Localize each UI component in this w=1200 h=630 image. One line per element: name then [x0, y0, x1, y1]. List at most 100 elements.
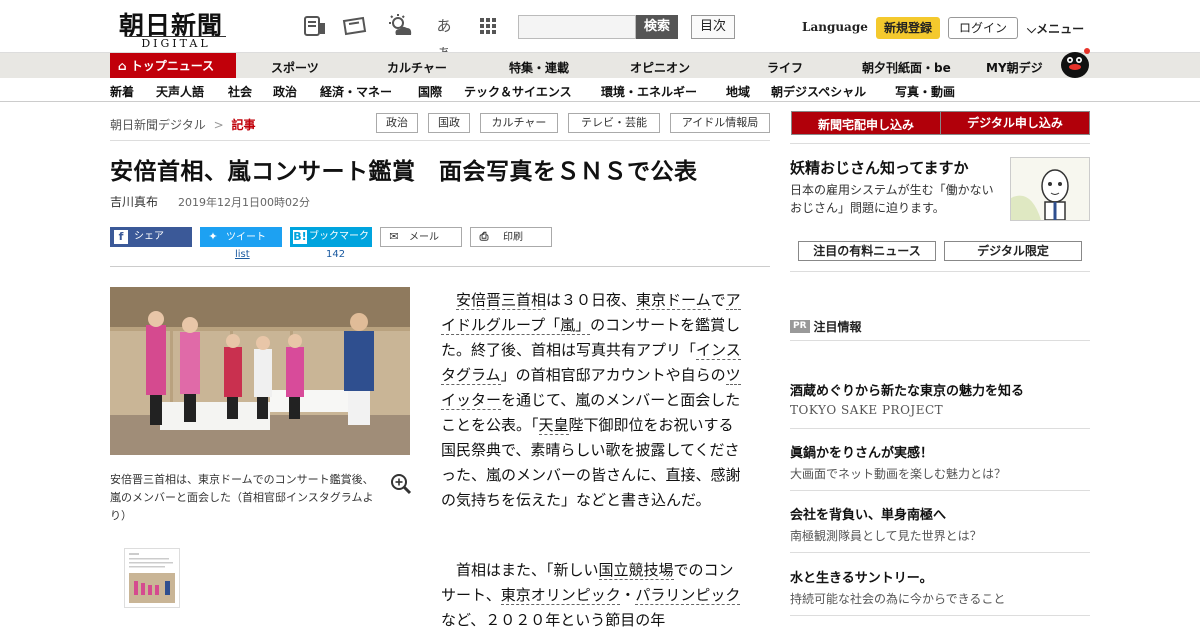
subnav-economy[interactable]: 経済・マネー [320, 83, 392, 100]
subnav-society[interactable]: 社会 [228, 83, 252, 100]
tag-tv[interactable]: テレビ・芸能 [568, 113, 660, 133]
text: など、２０２０年という節目の年 [441, 611, 666, 629]
link-olympics[interactable]: 東京オリンピック [500, 586, 621, 605]
login-button[interactable]: ログイン [948, 17, 1018, 39]
mail-label: メール [409, 232, 439, 243]
subnav-politics[interactable]: 政治 [273, 83, 297, 100]
subnav-tech[interactable]: テック＆サイエンス [464, 83, 572, 100]
home-icon: ⌂ [118, 59, 127, 73]
article-date: 2019年12月1日00時02分 [178, 196, 310, 209]
print-button[interactable]: ⎙ 印刷 [470, 227, 552, 247]
nav-features[interactable]: 特集・連載 [509, 59, 569, 76]
divider [790, 490, 1090, 491]
divider [790, 340, 1090, 341]
subnav-new[interactable]: 新着 [110, 83, 134, 100]
promo-text[interactable]: 日本の雇用システムが生む「働かないおじさん」問題に迫ります。 [790, 181, 1005, 217]
promo-title[interactable]: 妖精おじさん知ってますか [790, 157, 969, 178]
link-emperor[interactable]: 天皇 [538, 416, 569, 435]
article-photo[interactable] [110, 287, 410, 455]
photo-thumbnail[interactable] [124, 548, 180, 608]
article-title: 安倍首相、嵐コンサート鑑賞 面会写真をＳＮＳで公表 [110, 159, 698, 185]
language-link[interactable]: Language [802, 20, 868, 34]
breadcrumb-current: 記事 [231, 118, 256, 132]
twitter-count-link[interactable]: list [235, 249, 250, 260]
mail-button[interactable]: ✉ メール [380, 227, 462, 247]
divider [790, 428, 1090, 429]
main-nav: ⌂ トップニュース スポーツ カルチャー 特集・連載 オピニオン ライフ 朝夕刊… [0, 48, 1200, 79]
tag-national[interactable]: 国政 [428, 113, 470, 133]
nav-my[interactable]: MY朝デジ [986, 59, 1043, 76]
search-input[interactable] [518, 15, 636, 39]
subnav-tenseijingo[interactable]: 天声人語 [156, 83, 204, 100]
grid-icon[interactable] [475, 13, 501, 39]
tag-politics[interactable]: 政治 [376, 113, 418, 133]
toc-button[interactable]: 目次 [691, 15, 735, 39]
subnav-photo[interactable]: 写真・動画 [895, 83, 955, 100]
paid-news-button[interactable]: 注目の有料ニュース [798, 241, 936, 261]
promo-illustration[interactable] [1010, 157, 1090, 221]
weather-icon[interactable] [386, 13, 412, 39]
asahi-logo[interactable]: 朝日新聞 DIGITAL [113, 6, 231, 50]
ad-subtitle[interactable]: 持続可能な社会の為に今からできること [790, 590, 1005, 607]
article-paragraph: 首相はまた、「新しい国立競技場でのコンサート、東京オリンピック・パラリンピックな… [441, 558, 746, 630]
chevron-down-icon: ⌵ [1027, 22, 1037, 36]
divider [790, 271, 1090, 272]
print-label: 印刷 [503, 232, 523, 243]
mail-icon: ✉ [389, 230, 399, 243]
page: 朝日新聞 DIGITAL あぁ 検索 目次 Language 新規登録 ログイン… [0, 0, 1200, 630]
link-abe[interactable]: 安倍晋三首相 [456, 291, 547, 310]
ad-title[interactable]: 酒蔵めぐりから新たな東京の魅力を知る [790, 380, 1024, 399]
pr-title: 注目情報 [813, 320, 862, 334]
hatena-count[interactable]: 142 [326, 249, 345, 260]
ad-title[interactable]: 水と生きるサントリー。 [790, 567, 933, 586]
font-size-icon[interactable]: あぁ [431, 13, 457, 61]
ad-subtitle[interactable]: TOKYO SAKE PROJECT [790, 403, 943, 417]
article-author[interactable]: 吉川真布 [110, 193, 158, 210]
breadcrumb: 朝日新聞デジタル > 記事 [110, 116, 256, 133]
divider [110, 266, 770, 267]
subnav-region[interactable]: 地域 [726, 83, 750, 100]
sub-nav: 新着 天声人語 社会 政治 経済・マネー 国際 テック＆サイエンス 環境・エネル… [0, 78, 1200, 102]
digital-limited-button[interactable]: デジタル限定 [944, 241, 1082, 261]
tag-idol[interactable]: アイドル情報局 [670, 113, 770, 133]
ad-subtitle[interactable]: 南極観測隊員として見た世界とは？ [790, 527, 982, 544]
divider [790, 615, 1090, 616]
facebook-share-button[interactable]: f シェア [110, 227, 192, 247]
menu-button[interactable]: ⌵メニュー [1027, 20, 1084, 37]
zoom-icon[interactable] [390, 473, 412, 495]
ad-title[interactable]: 眞鍋かをりさんが実感！ [790, 442, 933, 461]
breadcrumb-home[interactable]: 朝日新聞デジタル [110, 118, 206, 132]
menu-label: メニュー [1036, 22, 1085, 36]
nav-opinion[interactable]: オピニオン [630, 59, 690, 76]
twitter-icon: ✦ [208, 230, 218, 243]
nav-sports[interactable]: スポーツ [271, 59, 319, 76]
ticket-icon[interactable] [341, 13, 367, 39]
text: ・ [620, 586, 636, 604]
subnav-environment[interactable]: 環境・エネルギー [601, 83, 697, 100]
hatena-bookmark-button[interactable]: B! ブックマーク [290, 227, 372, 247]
nav-top-news[interactable]: ⌂ トップニュース [110, 53, 236, 79]
tag-culture[interactable]: カルチャー [480, 113, 558, 133]
subnav-international[interactable]: 国際 [418, 83, 442, 100]
ad-title[interactable]: 会社を背負い、単身南極へ [790, 504, 946, 523]
twitter-share-button[interactable]: ✦ ツイート [200, 227, 282, 247]
divider [110, 140, 770, 141]
subnav-special[interactable]: 朝デジスペシャル [771, 83, 866, 100]
facebook-icon: f [114, 230, 128, 244]
search-button[interactable]: 検索 [636, 15, 678, 39]
newspaper-icon[interactable] [302, 13, 328, 39]
nav-paper[interactable]: 朝夕刊紙面・be [862, 59, 951, 76]
link-tokyo-dome[interactable]: 東京ドーム [636, 291, 711, 310]
top-bar: 朝日新聞 DIGITAL あぁ 検索 目次 Language 新規登録 ログイン… [0, 0, 1200, 61]
nav-life[interactable]: ライフ [767, 59, 803, 76]
signup-button[interactable]: 新規登録 [876, 17, 940, 39]
text: 」の首相官邸アカウントや自らの [500, 366, 726, 384]
ad-subtitle[interactable]: 大画面でネット動画を楽しむ魅力とは？ [790, 465, 1006, 482]
text: は３０日夜、 [546, 291, 637, 309]
link-paralympics[interactable]: パラリンピック [635, 586, 741, 605]
mascot-icon[interactable] [1055, 45, 1093, 79]
digital-subscribe-button[interactable]: デジタル申し込み [940, 111, 1090, 135]
link-stadium[interactable]: 国立競技場 [598, 561, 674, 580]
nav-culture[interactable]: カルチャー [387, 59, 447, 76]
newspaper-subscribe-button[interactable]: 新聞宅配申し込み [791, 111, 941, 135]
